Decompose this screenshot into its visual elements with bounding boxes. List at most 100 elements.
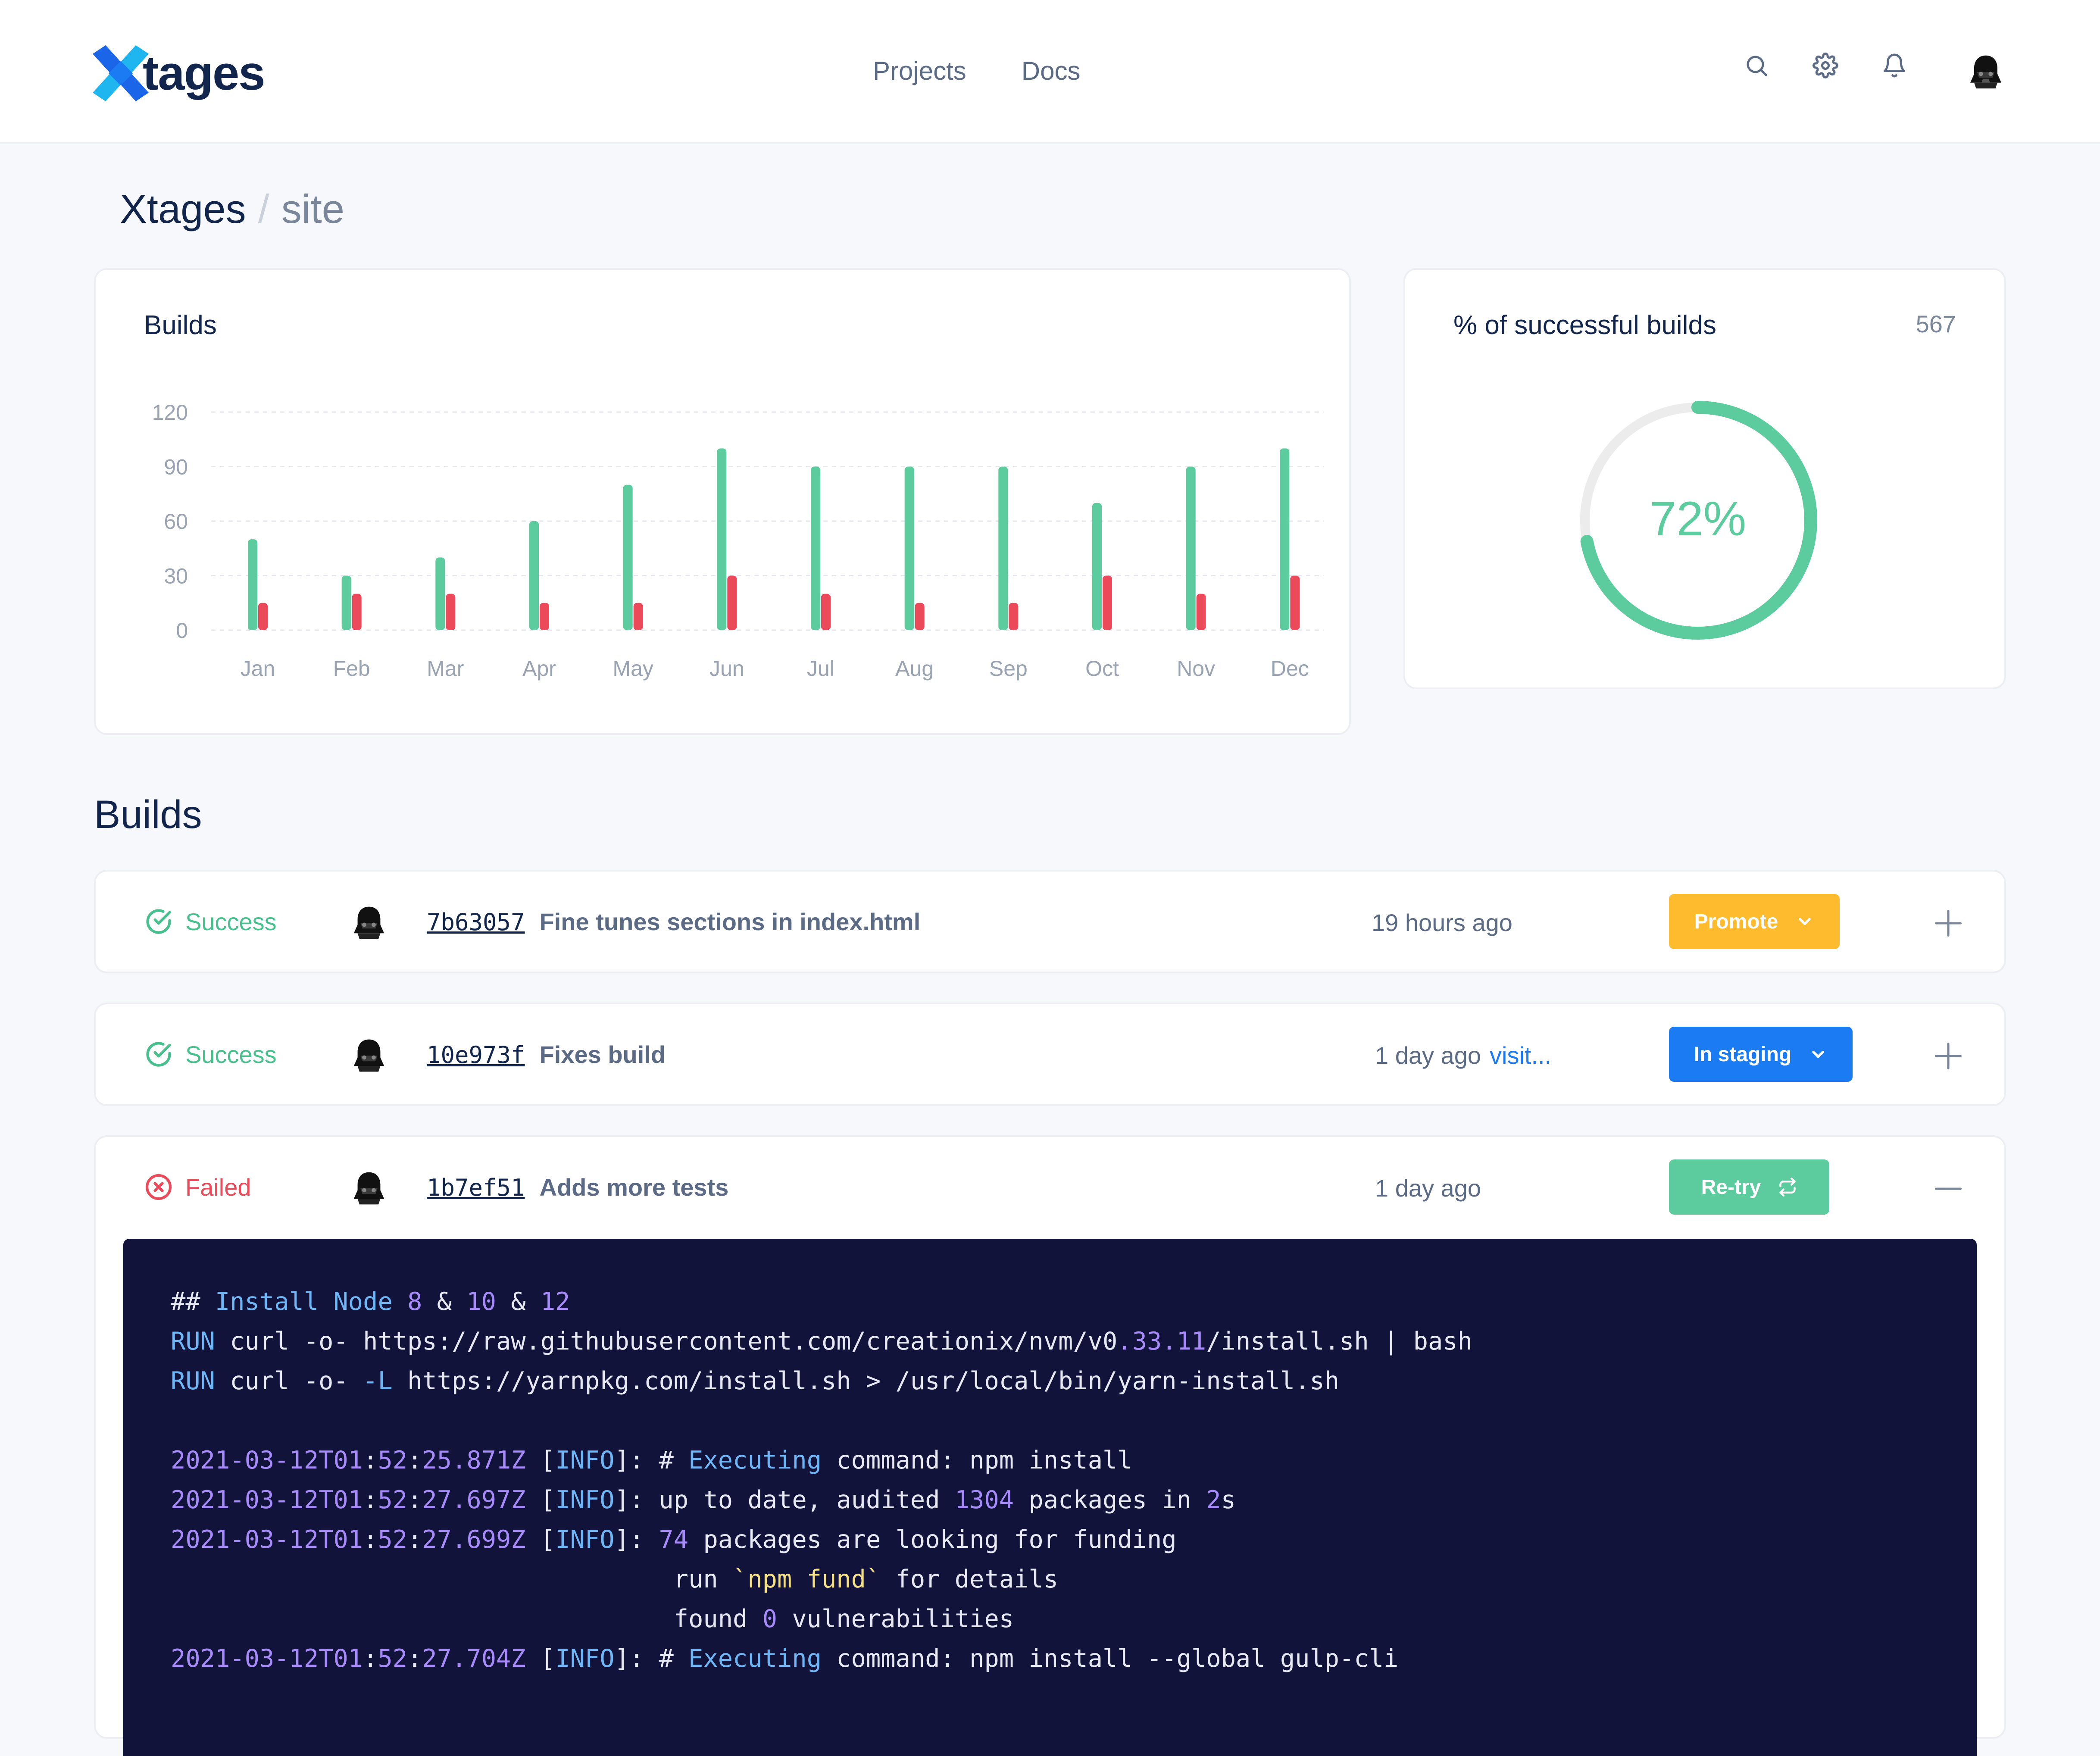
commit-info: 10e973f Fixes build <box>427 1040 666 1069</box>
log-token: 74 <box>659 1525 689 1554</box>
chevron-down-icon <box>1812 1050 1825 1058</box>
builds-section-title: Builds <box>94 793 202 837</box>
commit-message: Adds more tests <box>539 1174 729 1201</box>
log-token: RUN <box>171 1367 215 1395</box>
log-token: packages are looking for funding <box>688 1525 1177 1554</box>
xtages-logo[interactable]: tages <box>93 45 266 101</box>
y-tick-label: 60 <box>164 509 188 534</box>
donut-percent-label: 72% <box>1650 492 1746 546</box>
build-status-label: Success <box>185 1040 277 1068</box>
log-token: 2021-03-12T01 <box>171 1525 363 1554</box>
collapse-minus-icon[interactable] <box>1932 1172 1965 1205</box>
x-tick-label: Feb <box>333 656 370 681</box>
bar-successful <box>998 466 1008 630</box>
bar-failed <box>915 603 925 630</box>
nav-docs[interactable]: Docs <box>1022 52 1081 91</box>
build-row-expanded: Failed 1b7ef51 Adds more tests 1 day ago… <box>94 1135 2006 1756</box>
log-token: & <box>422 1287 467 1316</box>
build-time: 19 hours ago <box>1372 909 1512 936</box>
log-token: RUN <box>171 1327 215 1356</box>
log-token: 2 <box>1206 1486 1221 1514</box>
chevron-down-icon <box>1799 918 1811 925</box>
log-token: : <box>363 1644 378 1673</box>
log-token: packages in <box>1014 1486 1206 1514</box>
promote-button[interactable]: Promote <box>1669 894 1840 949</box>
retry-button[interactable]: Re-try <box>1669 1159 1829 1215</box>
log-token: 12 <box>540 1287 570 1316</box>
log-token: command: npm install --global gulp-cli <box>822 1644 1399 1673</box>
bar-failed <box>352 594 362 630</box>
x-tick-label: May <box>612 656 653 681</box>
user-avatar[interactable] <box>1966 53 2005 91</box>
x-circle-icon <box>145 1174 172 1200</box>
breadcrumb-separator: / <box>258 186 269 231</box>
log-token: 52 <box>378 1446 408 1475</box>
log-token: ]: # <box>614 1446 689 1475</box>
log-token: /install.sh | bash <box>1206 1327 1472 1356</box>
bar-failed <box>446 594 456 630</box>
log-line: ## Install Node 8 & 10 & 12 <box>171 1282 1977 1322</box>
bar-failed <box>258 603 268 630</box>
bar-successful <box>341 575 351 630</box>
log-token: INFO <box>555 1446 615 1475</box>
log-token: command: npm install <box>822 1446 1132 1475</box>
log-token: 25.871Z <box>422 1446 526 1475</box>
commit-hash-link[interactable]: 1b7ef51 <box>427 1174 525 1201</box>
brand-name: tages <box>143 46 266 100</box>
log-token: 2021-03-12T01 <box>171 1486 363 1514</box>
success-rate-title: % of successful builds <box>1453 310 1716 340</box>
x-tick-label: Aug <box>895 656 934 681</box>
log-token: Executing <box>688 1644 822 1673</box>
expand-plus-icon[interactable] <box>1932 907 1965 940</box>
log-token: -L <box>363 1367 393 1395</box>
commit-hash-link[interactable]: 10e973f <box>427 1041 525 1069</box>
log-line: found 0 vulnerabilities <box>171 1599 1977 1639</box>
build-status-label: Success <box>185 908 277 935</box>
bar-failed <box>821 594 831 630</box>
commit-message: Fixes build <box>539 1041 666 1068</box>
bar-successful <box>435 557 445 630</box>
log-token: 52 <box>378 1525 408 1554</box>
bar-successful <box>811 466 820 630</box>
bell-icon[interactable] <box>1881 53 1907 78</box>
log-token: [ <box>525 1644 556 1673</box>
search-icon[interactable] <box>1744 53 1769 78</box>
log-token: 8 <box>407 1287 422 1316</box>
bar-successful <box>1280 448 1290 630</box>
nav-projects[interactable]: Projects <box>873 52 966 91</box>
expand-plus-icon[interactable] <box>1932 1040 1965 1072</box>
x-tick-label: Jul <box>807 656 834 681</box>
log-token: 27.699Z <box>422 1525 526 1554</box>
repeat-icon <box>1779 1178 1796 1197</box>
log-token: [ <box>525 1525 556 1554</box>
log-token: vulnerabilities <box>777 1605 1014 1633</box>
success-rate-card: % of successful builds 567 72% <box>1403 268 2006 689</box>
in-staging-button[interactable]: In staging <box>1669 1027 1853 1082</box>
log-token: 2021-03-12T01 <box>171 1446 363 1475</box>
bar-successful <box>1186 466 1196 630</box>
commit-hash-link[interactable]: 7b63057 <box>427 909 525 936</box>
visit-deployment-link[interactable]: visit... <box>1490 1041 1551 1069</box>
build-time: 1 day ago <box>1375 1175 1481 1202</box>
bar-successful <box>1092 503 1102 630</box>
log-token: 27.697Z <box>422 1486 526 1514</box>
log-token: 10 <box>466 1287 496 1316</box>
log-line: 2021-03-12T01:52:27.704Z [INFO]: # Execu… <box>171 1639 1977 1678</box>
log-token: .33.11 <box>1117 1327 1206 1356</box>
check-circle-icon <box>146 909 171 934</box>
bar-failed <box>1009 603 1019 630</box>
build-time: 1 day ago <box>1375 1042 1481 1069</box>
log-token: [ <box>525 1446 556 1475</box>
x-tick-label: Jun <box>709 656 744 681</box>
total-builds-count: 567 <box>1916 310 1956 337</box>
build-status-label: Failed <box>185 1173 251 1201</box>
build-status: Failed <box>144 1172 251 1202</box>
breadcrumb-project: site <box>281 186 345 231</box>
breadcrumb-org[interactable]: Xtages <box>120 186 246 231</box>
log-line: 2021-03-12T01:52:25.871Z [INFO]: # Execu… <box>171 1440 1977 1480</box>
bar-successful <box>623 484 633 630</box>
log-token: Executing <box>688 1446 822 1475</box>
author-avatar <box>353 1039 384 1072</box>
x-tick-label: Mar <box>427 656 464 681</box>
gear-icon[interactable] <box>1812 53 1838 78</box>
